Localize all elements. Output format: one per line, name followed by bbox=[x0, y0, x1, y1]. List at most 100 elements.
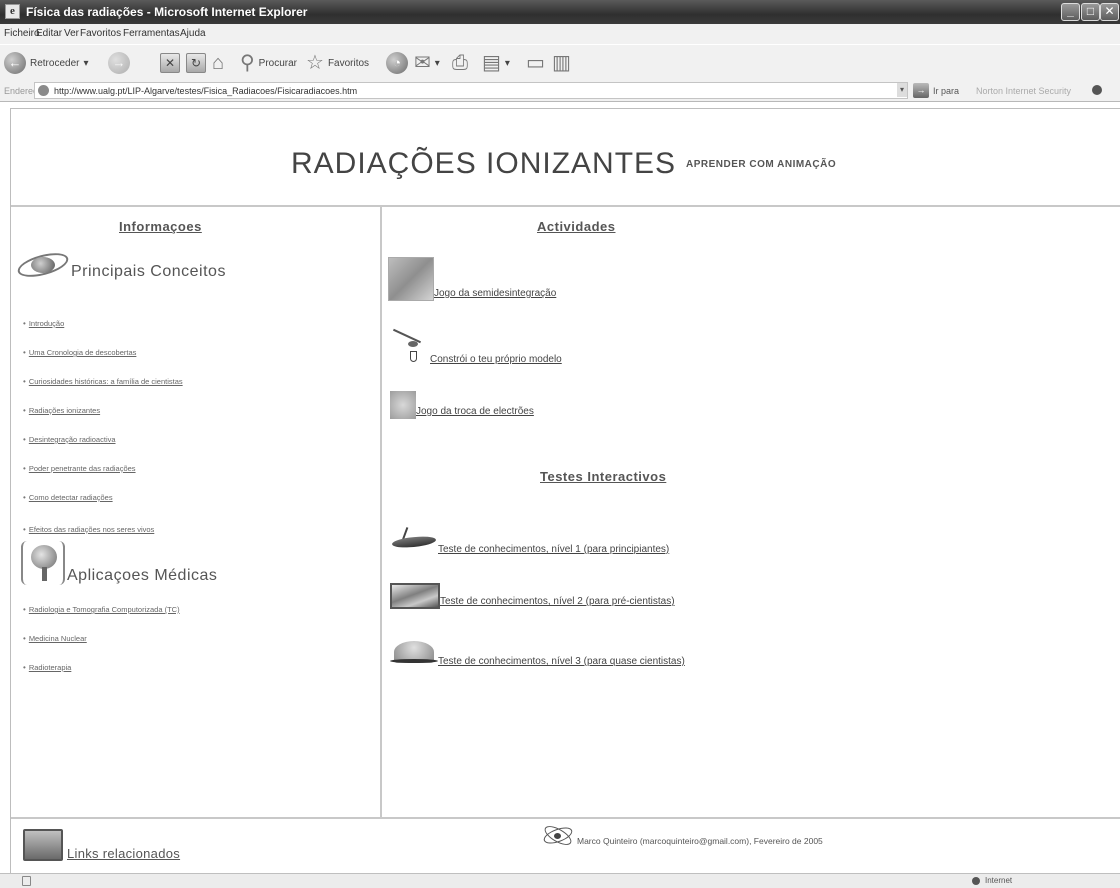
menu-tools[interactable]: Ferramentas bbox=[123, 28, 180, 39]
print-button[interactable]: ⎙ bbox=[452, 51, 468, 75]
activity-item[interactable]: Jogo da semidesintegração bbox=[388, 257, 556, 301]
search-button[interactable]: ⚲ Procurar bbox=[240, 51, 297, 75]
jet-icon bbox=[390, 525, 438, 557]
link-cronologia[interactable]: Uma Cronologia de descobertas bbox=[29, 348, 137, 357]
search-icon: ⚲ bbox=[240, 52, 255, 74]
list-item: • Uma Cronologia de descobertas bbox=[23, 348, 137, 357]
edit-dropdown-icon[interactable]: ▾ bbox=[505, 58, 510, 69]
menu-favorites[interactable]: Favoritos bbox=[80, 28, 121, 39]
link-desintegracao[interactable]: Desintegração radioactiva bbox=[29, 435, 116, 444]
scientist-photo-icon bbox=[390, 583, 440, 609]
info-column: Informaçoes Principais Conceitos • Introd… bbox=[11, 205, 380, 817]
link-teste-nivel-1[interactable]: Teste de conhecimentos, nível 1 (para pr… bbox=[438, 544, 669, 557]
test-item[interactable]: Teste de conhecimentos, nível 3 (para qu… bbox=[390, 637, 685, 669]
link-radioterapia[interactable]: Radioterapia bbox=[29, 663, 72, 672]
link-efeitos[interactable]: Efeitos das radiações nos seres vivos bbox=[29, 525, 154, 534]
home-icon: ⌂ bbox=[212, 52, 225, 74]
back-dropdown-icon[interactable]: ▾ bbox=[83, 58, 88, 69]
menu-file[interactable]: Ficheiro bbox=[4, 28, 40, 39]
link-teste-nivel-3[interactable]: Teste de conhecimentos, nível 3 (para qu… bbox=[438, 656, 685, 669]
link-radiologia[interactable]: Radiologia e Tomografia Computorizada (T… bbox=[29, 605, 180, 614]
minimize-button[interactable]: _ bbox=[1061, 3, 1080, 21]
search-label: Procurar bbox=[258, 57, 298, 69]
link-detectar[interactable]: Como detectar radiações bbox=[29, 493, 113, 502]
globe-icon bbox=[972, 877, 980, 885]
maximize-button[interactable]: □ bbox=[1081, 3, 1100, 21]
address-bar: Endereço http://www.ualg.pt/LIP-Algarve/… bbox=[0, 80, 1120, 102]
stop-button[interactable]: ✕ bbox=[160, 51, 180, 75]
home-button[interactable]: ⌂ bbox=[212, 51, 224, 75]
star-icon: ☆ bbox=[306, 52, 324, 74]
related-links-label[interactable]: Links relacionados bbox=[67, 846, 180, 861]
link-introducao[interactable]: Introdução bbox=[29, 319, 64, 328]
halflife-game-thumbnail bbox=[388, 257, 434, 301]
page-header: RADIAÇÕES IONIZANTES APRENDER COM ANIMAÇ… bbox=[11, 109, 1120, 205]
link-medicina-nuclear[interactable]: Medicina Nuclear bbox=[29, 634, 87, 643]
mail-dropdown-icon[interactable]: ▾ bbox=[435, 58, 440, 69]
link-construi-modelo[interactable]: Constrói o teu próprio modelo bbox=[430, 354, 562, 367]
activity-item[interactable]: Constrói o teu próprio modelo bbox=[390, 327, 562, 367]
list-item: • Introdução bbox=[23, 319, 65, 328]
stop-icon: ✕ bbox=[160, 53, 180, 73]
menu-view[interactable]: Ver bbox=[64, 28, 79, 39]
link-poder-penetrante[interactable]: Poder penetrante das radiações bbox=[29, 464, 136, 473]
list-item: • Radioterapia bbox=[23, 663, 72, 672]
page-title: RADIAÇÕES IONIZANTES bbox=[291, 147, 677, 180]
info-heading: Informaçoes bbox=[119, 219, 202, 234]
link-curiosidades[interactable]: Curiosidades históricas: a família de ci… bbox=[29, 377, 183, 386]
address-dropdown-icon[interactable]: ▾ bbox=[897, 83, 907, 97]
tree-icon bbox=[21, 541, 65, 585]
mail-icon: ✉ bbox=[414, 52, 431, 74]
test-item[interactable]: Teste de conhecimentos, nível 1 (para pr… bbox=[390, 525, 669, 557]
link-jogo-troca-electroes[interactable]: Jogo da troca de electrões bbox=[416, 406, 534, 419]
electron-game-thumbnail bbox=[390, 391, 416, 419]
list-item: • Como detectar radiações bbox=[23, 493, 113, 502]
norton-icon[interactable] bbox=[1092, 85, 1102, 95]
norton-toolbar-label[interactable]: Norton Internet Security bbox=[976, 86, 1071, 96]
link-jogo-semidesintegracao[interactable]: Jogo da semidesintegração bbox=[434, 288, 556, 301]
concepts-section-title: Principais Conceitos bbox=[15, 248, 226, 282]
saucer-icon bbox=[390, 637, 438, 669]
edit-button[interactable]: ▤ ▾ bbox=[482, 51, 510, 75]
security-zone-label: Internet bbox=[985, 876, 1013, 885]
forward-arrow-icon: → bbox=[108, 52, 130, 74]
test-item[interactable]: Teste de conhecimentos, nível 2 (para pr… bbox=[390, 583, 675, 609]
go-button[interactable]: Ir para bbox=[933, 86, 959, 96]
author-credit: Marco Quinteiro (marcoquinteiro@gmail.co… bbox=[541, 822, 823, 849]
forward-button[interactable]: → bbox=[108, 51, 130, 75]
research-button[interactable]: ▥ bbox=[552, 51, 571, 75]
footer-divider bbox=[11, 817, 1120, 819]
refresh-button[interactable]: ↻ bbox=[186, 51, 206, 75]
discuss-icon: ▭ bbox=[526, 52, 545, 74]
discuss-button[interactable]: ▭ bbox=[526, 51, 545, 75]
back-button[interactable]: ← Retroceder ▾ bbox=[4, 51, 89, 75]
link-teste-nivel-2[interactable]: Teste de conhecimentos, nível 2 (para pr… bbox=[440, 596, 675, 609]
list-item: • Medicina Nuclear bbox=[23, 634, 87, 643]
menu-edit[interactable]: Editar bbox=[36, 28, 62, 39]
page-icon bbox=[38, 85, 49, 96]
activity-item[interactable]: Jogo da troca de electrões bbox=[390, 391, 534, 419]
edit-page-icon: ▤ bbox=[482, 52, 501, 74]
window-title-bar: e Física das radiações - Microsoft Inter… bbox=[0, 0, 1120, 24]
small-atom-icon bbox=[541, 822, 575, 849]
print-icon: ⎙ bbox=[452, 52, 468, 74]
list-item: • Efeitos das radiações nos seres vivos bbox=[23, 525, 155, 534]
activities-heading: Actividades bbox=[537, 219, 616, 234]
related-links[interactable]: Links relacionados bbox=[23, 829, 180, 861]
mail-button[interactable]: ✉ ▾ bbox=[414, 51, 440, 75]
page-subtitle: APRENDER COM ANIMAÇÃO bbox=[686, 159, 837, 170]
list-item: • Radiologia e Tomografia Computorizada (… bbox=[23, 605, 180, 614]
close-button[interactable]: ✕ bbox=[1100, 3, 1119, 21]
go-arrow-icon[interactable]: → bbox=[913, 83, 929, 98]
tests-heading: Testes Interactivos bbox=[540, 469, 667, 484]
address-input[interactable]: http://www.ualg.pt/LIP-Algarve/testes/Fi… bbox=[34, 82, 908, 99]
link-radiacoes-ionizantes[interactable]: Radiações ionizantes bbox=[29, 406, 100, 415]
favorites-button[interactable]: ☆ Favoritos bbox=[306, 51, 369, 75]
medical-title: Aplicaçoes Médicas bbox=[67, 567, 218, 584]
ie-app-icon: e bbox=[5, 4, 20, 19]
research-icon: ▥ bbox=[552, 52, 571, 74]
history-button[interactable]: ◔ bbox=[386, 51, 408, 75]
history-icon: ◔ bbox=[386, 52, 408, 74]
activities-column: Actividades Jogo da semidesintegração Co… bbox=[382, 205, 1120, 817]
menu-help[interactable]: Ajuda bbox=[180, 28, 206, 39]
